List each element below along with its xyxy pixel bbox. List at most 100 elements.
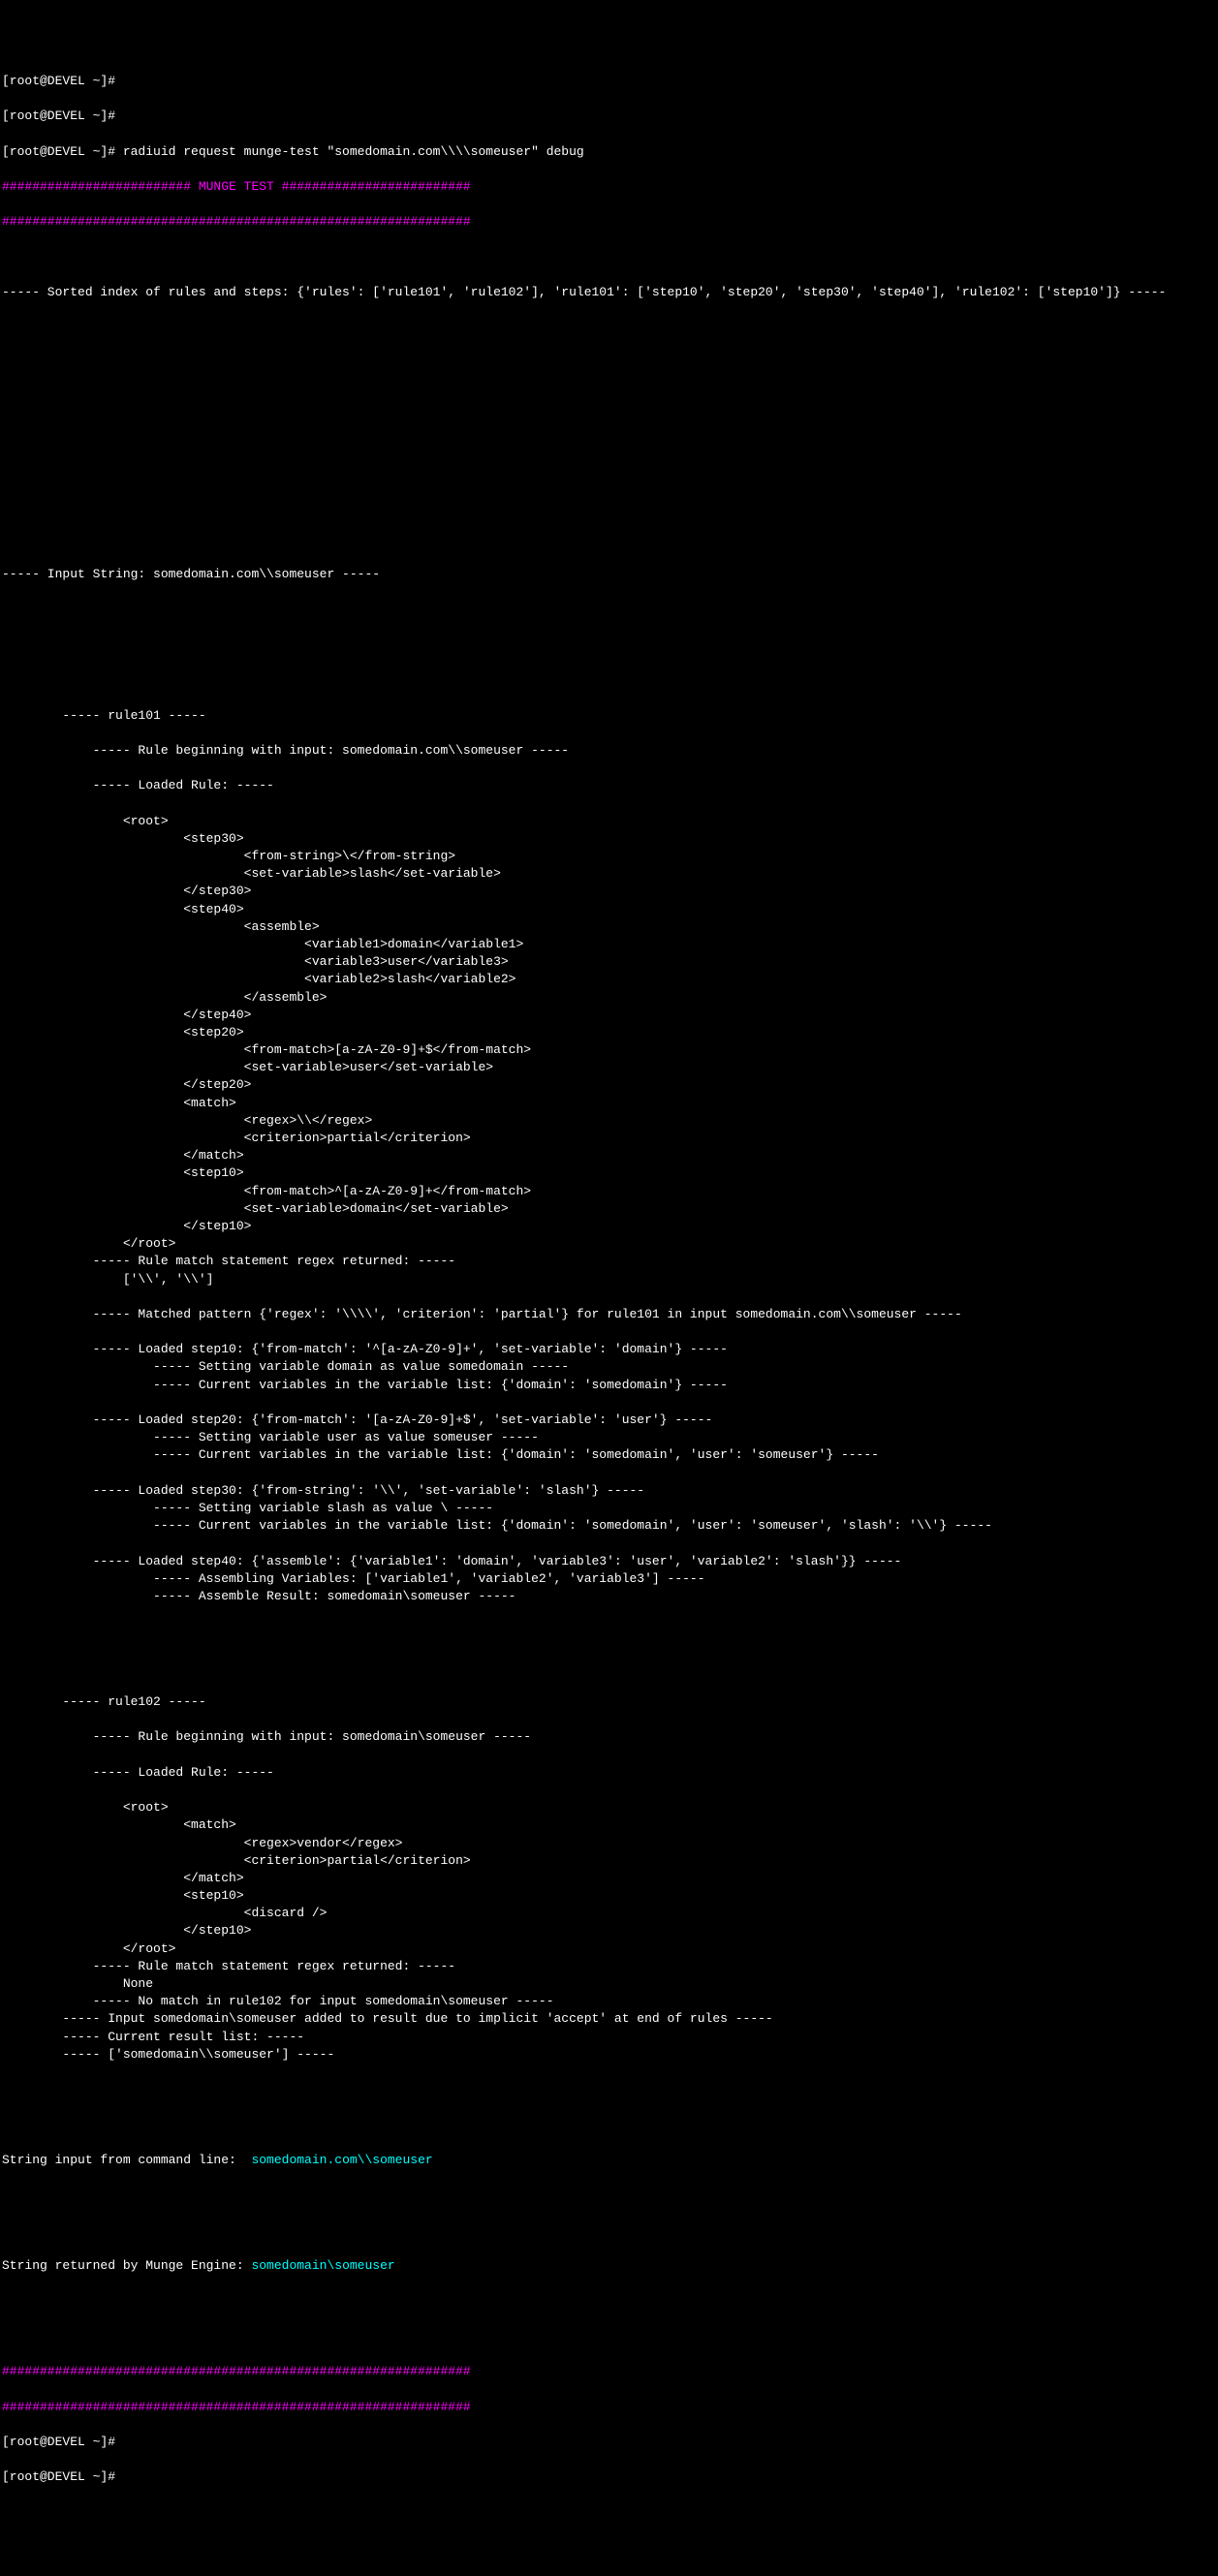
- output-line: ----- Assemble Result: somedomain\someus…: [2, 1588, 1216, 1605]
- output-line: ----- ['somedomain\\someuser'] -----: [2, 2046, 1216, 2064]
- output-line: [2, 1465, 1216, 1482]
- output-line: ----- Setting variable slash as value \ …: [2, 1500, 1216, 1517]
- output-line: </root>: [2, 1235, 1216, 1253]
- output-line: </step10>: [2, 1218, 1216, 1235]
- output-line: <match>: [2, 1816, 1216, 1834]
- output-line: ----- Current variables in the variable …: [2, 1377, 1216, 1394]
- blank-line: [2, 2328, 1216, 2345]
- rule101-begin: ----- Rule beginning with input: somedom…: [2, 742, 1216, 760]
- blank-line: [2, 671, 1216, 689]
- output-line: ----- Matched pattern {'regex': '\\\\', …: [2, 1306, 1216, 1323]
- blank-line: [2, 2292, 1216, 2310]
- output-line: None: [2, 1975, 1216, 1993]
- output-line: ['\\', '\\']: [2, 1271, 1216, 1288]
- blank-line: [2, 636, 1216, 654]
- output-line: [2, 1288, 1216, 1306]
- output-line: <regex>\\</regex>: [2, 1112, 1216, 1130]
- header-bar: ######################### MUNGE TEST ###…: [2, 178, 1216, 196]
- output-line: ----- Rule match statement regex returne…: [2, 1253, 1216, 1270]
- output-line: </match>: [2, 1870, 1216, 1887]
- input-string-line: ----- Input String: somedomain.com\\some…: [2, 566, 1216, 583]
- return-summary-value: somedomain\someuser: [251, 2258, 394, 2273]
- output-line: <step20>: [2, 1024, 1216, 1041]
- output-line: <from-match>^[a-zA-Z0-9]+</from-match>: [2, 1183, 1216, 1200]
- prompt-line: [root@DEVEL ~]#: [2, 2434, 1216, 2451]
- prompt-line: [root@DEVEL ~]#: [2, 73, 1216, 90]
- output-line: <match>: [2, 1095, 1216, 1112]
- output-line: <discard />: [2, 1905, 1216, 1922]
- blank-line: [2, 2222, 1216, 2240]
- blank-line: [2, 389, 1216, 407]
- output-line: ----- Current result list: -----: [2, 2029, 1216, 2046]
- blank-line: [2, 495, 1216, 512]
- output-line: ----- Assembling Variables: ['variable1'…: [2, 1570, 1216, 1588]
- output-line: <criterion>partial</criterion>: [2, 1852, 1216, 1870]
- output-line: <variable1>domain</variable1>: [2, 936, 1216, 953]
- output-line: </step20>: [2, 1076, 1216, 1094]
- input-summary-value: somedomain.com\\someuser: [251, 2153, 432, 2167]
- rule102-begin: ----- Rule beginning with input: somedom…: [2, 1728, 1216, 1746]
- output-line: <step30>: [2, 830, 1216, 848]
- output-line: <criterion>partial</criterion>: [2, 1130, 1216, 1147]
- blank-line: [2, 2117, 1216, 2134]
- output-line: </match>: [2, 1147, 1216, 1164]
- output-line: ----- Loaded step40: {'assemble': {'vari…: [2, 1553, 1216, 1570]
- output-line: <root>: [2, 813, 1216, 830]
- output-line: <step10>: [2, 1887, 1216, 1905]
- output-line: </step30>: [2, 883, 1216, 900]
- sorted-index-line: ----- Sorted index of rules and steps: {…: [2, 284, 1216, 301]
- blank-line: [2, 319, 1216, 336]
- footer-bar: ########################################…: [2, 2363, 1216, 2380]
- output-line: <from-string>\</from-string>: [2, 848, 1216, 865]
- input-summary-prefix: String input from command line:: [2, 2153, 251, 2167]
- output-line: <assemble>: [2, 918, 1216, 936]
- blank-line: [2, 601, 1216, 618]
- output-line: <step40>: [2, 901, 1216, 918]
- rule101-xml-block: <root> <step30> <from-string>\</from-str…: [2, 813, 1216, 1605]
- output-line: <variable3>user</variable3>: [2, 953, 1216, 971]
- output-line: [2, 1323, 1216, 1341]
- blank-line: [2, 249, 1216, 266]
- output-line: ----- Rule match statement regex returne…: [2, 1958, 1216, 1975]
- output-line: <set-variable>user</set-variable>: [2, 1059, 1216, 1076]
- footer-bar: ########################################…: [2, 2399, 1216, 2416]
- input-summary-line: String input from command line: somedoma…: [2, 2152, 1216, 2169]
- output-line: </root>: [2, 1940, 1216, 1958]
- output-line: [2, 1394, 1216, 1412]
- output-line: <root>: [2, 1799, 1216, 1816]
- header-bar: ########################################…: [2, 213, 1216, 231]
- output-line: ----- Setting variable domain as value s…: [2, 1358, 1216, 1376]
- blank-line: [2, 531, 1216, 548]
- output-line: ----- Current variables in the variable …: [2, 1446, 1216, 1464]
- output-line: </step40>: [2, 1007, 1216, 1024]
- rule102-xml-block: <root> <match> <regex>vendor</regex> <cr…: [2, 1799, 1216, 2064]
- blank-line: [2, 2187, 1216, 2204]
- output-line: </assemble>: [2, 989, 1216, 1007]
- output-line: <variable2>slash</variable2>: [2, 971, 1216, 988]
- output-line: ----- Loaded step20: {'from-match': '[a-…: [2, 1412, 1216, 1429]
- command-line[interactable]: [root@DEVEL ~]# radiuid request munge-te…: [2, 143, 1216, 161]
- output-line: ----- Setting variable user as value som…: [2, 1429, 1216, 1446]
- rule101-loaded: ----- Loaded Rule: -----: [2, 777, 1216, 794]
- output-line: </step10>: [2, 1922, 1216, 1940]
- output-line: <regex>vendor</regex>: [2, 1835, 1216, 1852]
- blank-line: [2, 460, 1216, 478]
- rule102-loaded: ----- Loaded Rule: -----: [2, 1764, 1216, 1782]
- blank-line: [2, 1659, 1216, 1676]
- return-summary-line: String returned by Munge Engine: somedom…: [2, 2257, 1216, 2275]
- blank-line: [2, 2081, 1216, 2098]
- return-summary-prefix: String returned by Munge Engine:: [2, 2258, 251, 2273]
- output-line: ----- Loaded step10: {'from-match': '^[a…: [2, 1341, 1216, 1358]
- blank-line: [2, 355, 1216, 372]
- output-line: ----- No match in rule102 for input some…: [2, 1993, 1216, 2010]
- output-line: ----- Current variables in the variable …: [2, 1517, 1216, 1535]
- output-line: ----- Input somedomain\someuser added to…: [2, 2010, 1216, 2028]
- blank-line: [2, 1623, 1216, 1640]
- output-line: [2, 1535, 1216, 1552]
- output-line: <step10>: [2, 1164, 1216, 1182]
- prompt-line: [root@DEVEL ~]#: [2, 108, 1216, 125]
- output-line: <from-match>[a-zA-Z0-9]+$</from-match>: [2, 1041, 1216, 1059]
- rule101-title: ----- rule101 -----: [2, 707, 1216, 725]
- prompt-line: [root@DEVEL ~]#: [2, 2468, 1216, 2486]
- rule102-title: ----- rule102 -----: [2, 1693, 1216, 1711]
